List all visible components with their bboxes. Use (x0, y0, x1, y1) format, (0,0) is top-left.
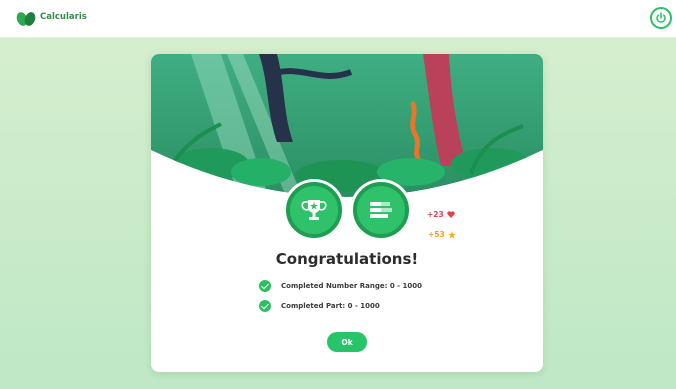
star-icon (447, 230, 456, 239)
trophy-icon (301, 200, 327, 220)
top-bar: Calcularis (0, 0, 676, 38)
leaf-logo-icon (16, 12, 36, 26)
check-circle-icon (259, 300, 271, 312)
hearts-reward: +23 (427, 210, 455, 219)
hearts-value: +23 (427, 210, 444, 219)
ok-button[interactable]: Ok (327, 332, 367, 352)
completed-item: Completed Number Range: 0 - 1000 (259, 280, 422, 292)
congratulations-dialog: +23 +53 Congratulations! Completed Numbe… (151, 54, 543, 372)
power-button[interactable] (650, 7, 672, 29)
app-name: Calcularis (40, 12, 87, 22)
levels-badge (353, 182, 409, 238)
completed-item-label: Completed Part: 0 - 1000 (281, 302, 380, 310)
jungle-illustration (151, 54, 543, 214)
levels-icon (370, 202, 392, 218)
completed-item: Completed Part: 0 - 1000 (259, 300, 380, 312)
completed-item-label: Completed Number Range: 0 - 1000 (281, 282, 422, 290)
power-icon (656, 12, 666, 23)
stars-value: +53 (428, 230, 445, 239)
check-circle-icon (259, 280, 271, 292)
trophy-badge (286, 182, 342, 238)
heart-icon (447, 211, 455, 218)
dialog-title: Congratulations! (275, 250, 419, 268)
stars-reward: +53 (428, 230, 456, 239)
